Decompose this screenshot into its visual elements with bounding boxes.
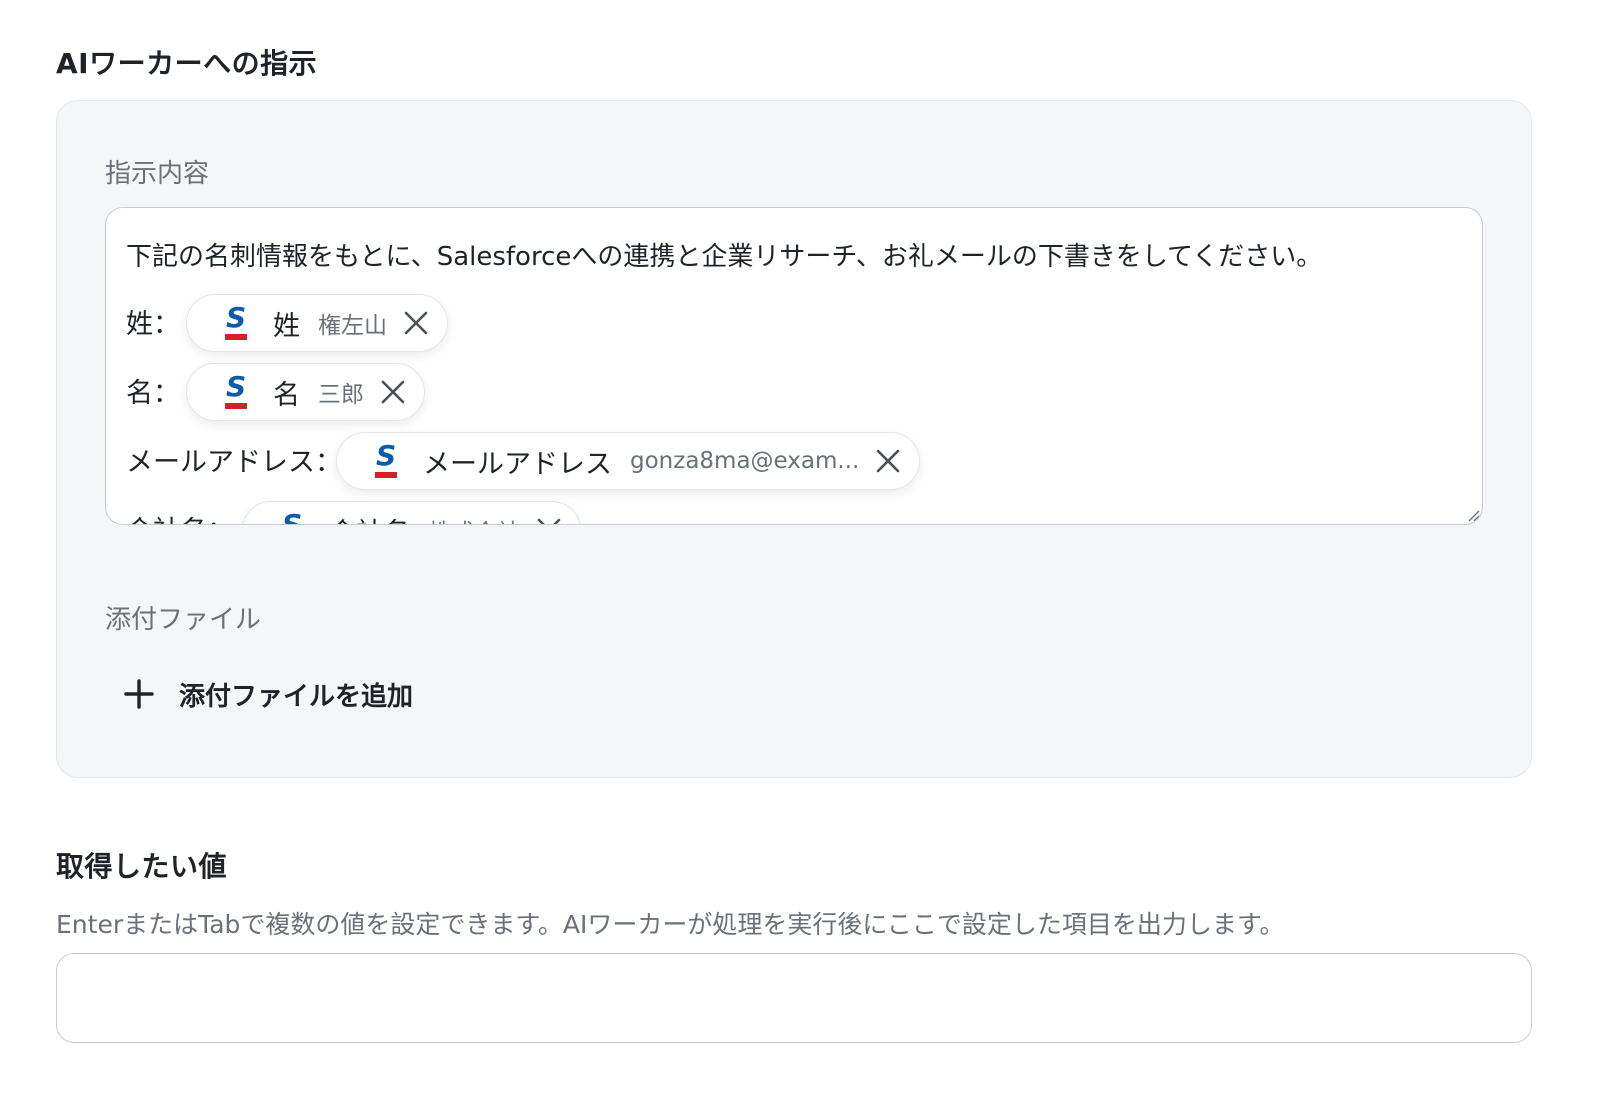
chip-value: 株式会社 xyxy=(428,513,520,524)
instruction-row-first-name: 名： S 名 三郎 xyxy=(126,363,726,423)
plus-icon xyxy=(124,679,154,709)
values-section-title: 取得したい値 xyxy=(56,850,228,883)
chip-name: 名 xyxy=(273,379,300,411)
variable-chip-company[interactable]: S 会社名 株式会社 xyxy=(242,501,581,525)
instruction-row-company: 会社名： S 会社名 株式会社 xyxy=(126,501,826,525)
variable-chip-last-name[interactable]: S 姓 権左山 xyxy=(186,294,448,352)
salesforce-icon: S xyxy=(375,440,397,478)
chip-value: 三郎 xyxy=(318,382,364,408)
salesforce-icon: S xyxy=(281,509,303,525)
row-label: 姓： xyxy=(126,309,180,340)
close-icon[interactable] xyxy=(378,377,408,407)
instructions-panel: 指示内容 下記の名刺情報をもとに、Salesforceへの連携と企業リサーチ、お… xyxy=(56,100,1532,778)
instruction-content-label: 指示内容 xyxy=(105,159,210,189)
salesforce-icon: S xyxy=(225,302,247,340)
chip-value: 権左山 xyxy=(318,313,387,339)
instruction-row-last-name: 姓： S 姓 権左山 xyxy=(126,294,726,354)
close-icon[interactable] xyxy=(401,308,431,338)
resize-handle-icon[interactable] xyxy=(1466,508,1480,522)
attachment-label: 添付ファイル xyxy=(105,605,262,635)
chip-name: メールアドレス xyxy=(423,448,612,480)
chip-name: 会社名 xyxy=(329,511,410,525)
salesforce-icon: S xyxy=(225,371,247,409)
close-icon[interactable] xyxy=(534,515,564,524)
row-label: 会社名： xyxy=(126,509,234,524)
chip-value: gonza8ma@exam... xyxy=(630,448,860,474)
row-label: メールアドレス： xyxy=(126,447,342,478)
values-help-text: EnterまたはTabで複数の値を設定できます。AIワーカーが処理を実行後にここ… xyxy=(56,910,1285,939)
ai-worker-form: AIワーカーへの指示 指示内容 下記の名刺情報をもとに、Salesforceへの… xyxy=(0,0,1598,1100)
chip-name: 姓 xyxy=(273,310,300,342)
instruction-intro-text: 下記の名刺情報をもとに、Salesforceへの連携と企業リサーチ、お礼メールの… xyxy=(126,242,1323,272)
instructions-section-title: AIワーカーへの指示 xyxy=(56,47,318,80)
add-attachment-label: 添付ファイルを追加 xyxy=(179,681,414,712)
values-input[interactable] xyxy=(56,953,1532,1043)
row-label: 名： xyxy=(126,378,180,409)
variable-chip-first-name[interactable]: S 名 三郎 xyxy=(186,363,425,421)
instruction-row-email: メールアドレス： S メールアドレス gonza8ma@exam... xyxy=(126,432,1026,492)
variable-chip-email[interactable]: S メールアドレス gonza8ma@exam... xyxy=(336,432,921,490)
instruction-editor[interactable]: 下記の名刺情報をもとに、Salesforceへの連携と企業リサーチ、お礼メールの… xyxy=(105,207,1483,525)
close-icon[interactable] xyxy=(873,446,903,476)
add-attachment-button[interactable]: 添付ファイルを追加 xyxy=(123,669,413,719)
